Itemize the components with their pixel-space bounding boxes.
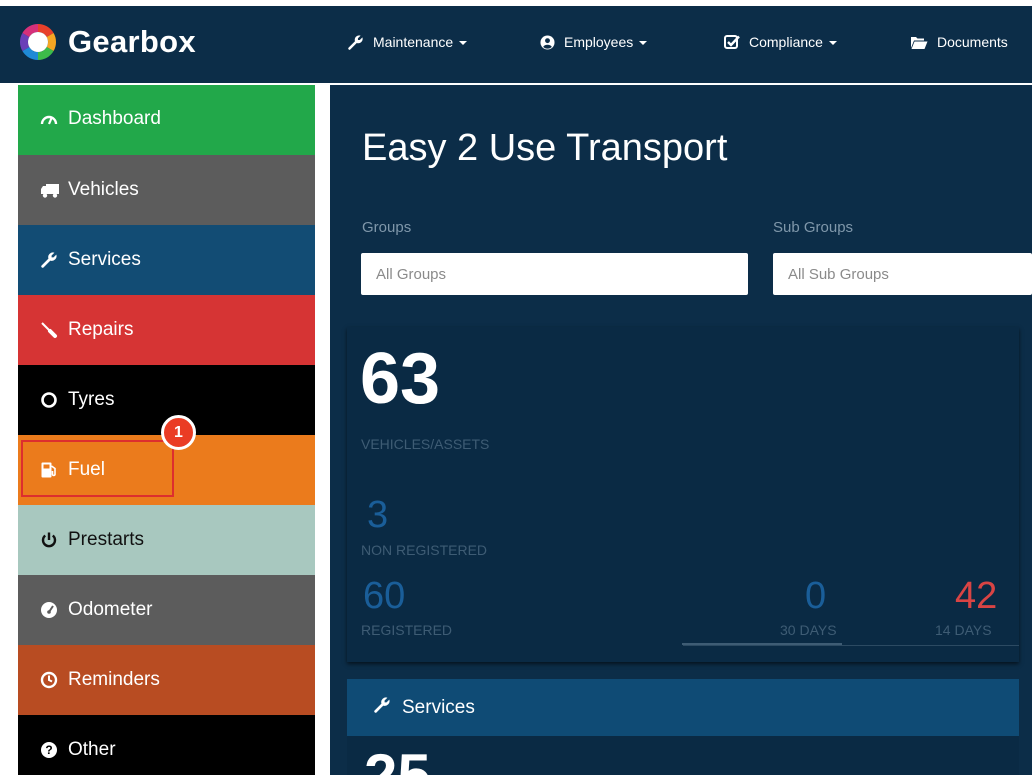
brand-name: Gearbox <box>68 24 196 59</box>
power-icon <box>40 531 58 549</box>
vehicles-total: 63 <box>360 339 441 419</box>
screwdriver-icon <box>40 321 58 339</box>
sidebar-item-label: Tyres <box>68 389 115 410</box>
sidebar-item-label: Fuel <box>68 459 105 480</box>
sidebar-item-label: Dashboard <box>68 108 161 129</box>
sidebar-item-label: Repairs <box>68 319 134 340</box>
registered-label: REGISTERED <box>361 622 453 638</box>
chevron-down-icon <box>459 41 468 45</box>
vehicles-total-label: VEHICLES/ASSETS <box>361 436 490 452</box>
user-circle-icon <box>540 34 555 50</box>
groups-label: Groups <box>362 219 412 236</box>
folder-open-icon <box>911 36 928 49</box>
services-panel-title: Services <box>402 696 475 718</box>
nav-maintenance-label: Maintenance <box>373 34 454 50</box>
chevron-down-icon <box>639 41 648 45</box>
non-registered-count: 3 <box>367 494 389 536</box>
tachometer-icon <box>40 601 58 619</box>
top-navbar: Gearbox Maintenance Employees Compliance… <box>0 6 1032 83</box>
svg-text:?: ? <box>45 743 52 757</box>
services-count: 25 <box>364 741 431 775</box>
nav-compliance[interactable]: Compliance <box>724 28 837 56</box>
nav-documents-label: Documents <box>937 34 1008 50</box>
non-registered-label: NON REGISTERED <box>361 542 488 558</box>
gauge-icon <box>40 110 58 128</box>
subgroups-select[interactable]: All Sub Groups <box>773 253 1032 295</box>
sidebar-item-label: Vehicles <box>68 179 139 200</box>
stats-divider <box>683 645 1019 646</box>
registered-count[interactable]: 60 <box>363 574 405 618</box>
groups-select[interactable]: All Groups <box>361 253 748 295</box>
sidebar-item-label: Services <box>68 249 141 270</box>
step-badge: 1 <box>161 415 196 450</box>
sidebar-item-prestarts[interactable]: Prestarts <box>18 505 315 575</box>
brand-logo[interactable]: Gearbox <box>18 22 196 62</box>
clock-icon <box>40 671 58 689</box>
sidebar-item-label: Other <box>68 739 116 760</box>
nav-compliance-label: Compliance <box>749 34 823 50</box>
services-panel: Services 25 <box>347 679 1019 775</box>
nav-maintenance[interactable]: Maintenance <box>347 28 468 56</box>
expiring-30-days-label: 30 DAYS <box>780 622 837 638</box>
nav-employees-label: Employees <box>564 34 634 50</box>
chevron-down-icon <box>828 41 837 45</box>
main-content: Easy 2 Use Transport Groups All Groups S… <box>330 85 1032 775</box>
expiring-30-days-count[interactable]: 0 <box>805 574 826 618</box>
sidebar-item-repairs[interactable]: Repairs <box>18 295 315 365</box>
sidebar-item-vehicles[interactable]: Vehicles <box>18 155 315 225</box>
truck-icon <box>40 181 59 199</box>
question-circle-icon: ? <box>40 741 58 759</box>
subgroups-label: Sub Groups <box>773 219 854 236</box>
wrench-icon <box>348 34 363 50</box>
app-root: Gearbox Maintenance Employees Compliance… <box>0 0 1032 775</box>
wrench-icon <box>373 696 391 719</box>
sidebar-item-odometer[interactable]: Odometer <box>18 575 315 645</box>
expiring-14-days-label: 14 DAYS <box>935 622 992 638</box>
sidebar-item-other[interactable]: ? Other <box>18 715 315 775</box>
sidebar-item-reminders[interactable]: Reminders <box>18 645 315 715</box>
circle-icon <box>40 391 58 409</box>
stats-divider-accent <box>682 643 842 645</box>
services-panel-header[interactable]: Services <box>347 679 1019 736</box>
nav-employees[interactable]: Employees <box>540 28 648 56</box>
expiring-14-days-count[interactable]: 42 <box>955 574 997 618</box>
fuel-pump-icon <box>40 461 58 479</box>
page-title: Easy 2 Use Transport <box>362 127 728 169</box>
vehicles-stats-card: 63 VEHICLES/ASSETS 3 NON REGISTERED 60 R… <box>347 327 1019 662</box>
sidebar-item-label: Odometer <box>68 599 153 620</box>
gearbox-logo-icon <box>19 23 57 61</box>
sidebar-item-dashboard[interactable]: Dashboard <box>18 85 315 155</box>
sidebar-item-services[interactable]: Services <box>18 225 315 295</box>
check-square-icon <box>724 35 740 49</box>
nav-documents[interactable]: Documents <box>910 28 1008 56</box>
sidebar-item-label: Prestarts <box>68 529 145 550</box>
wrench-icon <box>40 251 58 269</box>
sidebar-item-label: Reminders <box>68 669 160 690</box>
